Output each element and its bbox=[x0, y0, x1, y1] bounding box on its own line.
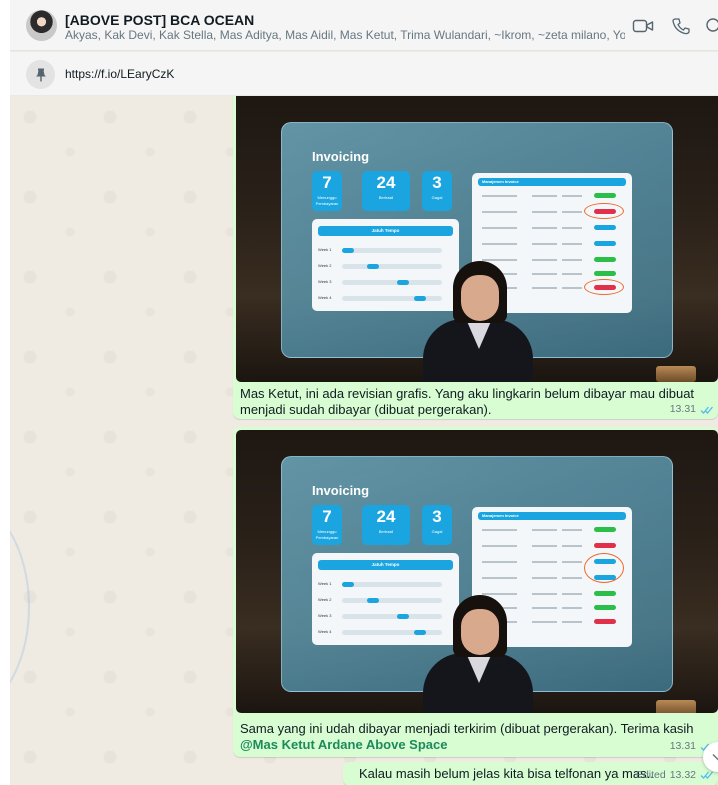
chat-window: [ABOVE POST] BCA OCEAN Akyas, Kak Devi, … bbox=[10, 0, 718, 785]
message-bubble[interactable]: Invoicing 7 Menunggu Pembayaran 24 Berha… bbox=[233, 96, 718, 419]
message-text: Kalau masih belum jelas kita bisa telfon… bbox=[359, 766, 654, 781]
chat-title-block[interactable]: [ABOVE POST] BCA OCEAN Akyas, Kak Devi, … bbox=[65, 12, 625, 43]
stat-success: 24 Berhasil bbox=[362, 171, 410, 211]
user-mention[interactable]: @Mas Ketut Ardane Above Space bbox=[240, 737, 448, 752]
invoice-title: Invoicing bbox=[312, 149, 370, 164]
stat-failed: 3 Gagal bbox=[422, 505, 452, 545]
read-receipt-icon bbox=[700, 406, 713, 414]
highlight-circle bbox=[584, 279, 624, 295]
group-title[interactable]: [ABOVE POST] BCA OCEAN bbox=[65, 12, 625, 28]
invoice-scene: Invoicing 7 Menunggu Pembayaran 24 Berha… bbox=[236, 430, 718, 713]
message-image[interactable]: Invoicing 7 Menunggu Pembayaran 24 Berha… bbox=[236, 430, 718, 713]
stat-waiting: 7 Menunggu Pembayaran bbox=[312, 171, 342, 211]
message-bubble[interactable]: Invoicing 7 Menunggu Pembayaran 24 Berha… bbox=[233, 427, 718, 757]
highlight-circle bbox=[584, 553, 624, 583]
chevron-down-icon bbox=[712, 753, 718, 761]
voice-call-icon[interactable] bbox=[670, 16, 692, 36]
message-bubble[interactable]: Kalau masih belum jelas kita bisa telfon… bbox=[343, 762, 718, 785]
message-time: 13.31 bbox=[669, 403, 696, 415]
message-time: 13.31 bbox=[669, 740, 696, 752]
invoice-title: Invoicing bbox=[312, 483, 370, 498]
highlight-circle bbox=[584, 203, 624, 219]
invoice-scene: Invoicing 7 Menunggu Pembayaran 24 Berha… bbox=[236, 96, 718, 382]
search-icon[interactable] bbox=[704, 16, 718, 36]
desk-lamp bbox=[656, 700, 696, 713]
stat-failed: 3 Gagal bbox=[422, 171, 452, 211]
read-receipt-icon bbox=[700, 771, 713, 779]
desk-lamp bbox=[656, 366, 696, 382]
presenter-figure bbox=[423, 261, 533, 382]
message-image[interactable]: Invoicing 7 Menunggu Pembayaran 24 Berha… bbox=[236, 96, 718, 382]
stat-waiting: 7 Menunggu Pembayaran bbox=[312, 505, 342, 545]
edited-label: Edited bbox=[635, 769, 666, 781]
stat-success: 24 Berhasil bbox=[362, 505, 410, 545]
message-caption: Sama yang ini udah dibayar menjadi terki… bbox=[240, 721, 694, 752]
video-call-icon[interactable] bbox=[632, 16, 654, 36]
pin-icon[interactable] bbox=[26, 60, 55, 89]
presenter-figure bbox=[423, 595, 533, 713]
message-time: Edited 13.32 bbox=[635, 769, 696, 781]
pinned-message-bar[interactable]: https://f.io/LEaryCzK bbox=[10, 52, 718, 96]
pinned-link[interactable]: https://f.io/LEaryCzK bbox=[65, 67, 174, 81]
group-members: Akyas, Kak Devi, Kak Stella, Mas Aditya,… bbox=[65, 28, 625, 42]
message-caption: Mas Ketut, ini ada revisian grafis. Yang… bbox=[240, 386, 695, 417]
background-decoration bbox=[10, 497, 30, 717]
chat-header[interactable]: [ABOVE POST] BCA OCEAN Akyas, Kak Devi, … bbox=[10, 0, 718, 51]
group-avatar[interactable] bbox=[26, 10, 57, 41]
